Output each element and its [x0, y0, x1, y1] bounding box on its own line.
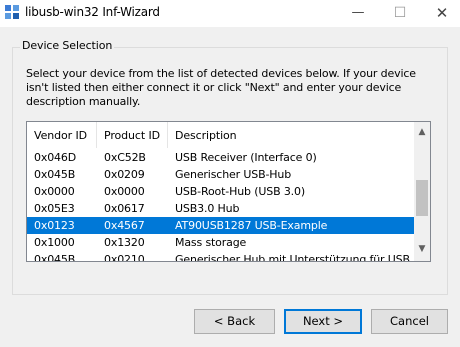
- product-id-cell: 0x1320: [104, 236, 145, 249]
- vendor-id-cell: 0x0000: [34, 185, 75, 198]
- scroll-down-icon[interactable]: ▼: [414, 241, 430, 257]
- vendor-id-cell: 0x046D: [34, 151, 77, 164]
- product-id-cell: 0x0617: [104, 202, 145, 215]
- minimize-icon[interactable]: —: [343, 0, 373, 27]
- column-divider[interactable]: [167, 122, 168, 148]
- column-divider[interactable]: [96, 122, 97, 148]
- column-header-vendor-id[interactable]: Vendor ID: [34, 129, 87, 142]
- description-cell: Generischer USB-Hub: [175, 168, 292, 181]
- product-id-cell: 0x0000: [104, 185, 145, 198]
- product-id-cell: 0x0209: [104, 168, 145, 181]
- title-bar[interactable]: libusb-win32 Inf-Wizard — ☐ ✕: [0, 0, 460, 27]
- column-header-product-id[interactable]: Product ID: [104, 129, 160, 142]
- device-list[interactable]: Vendor ID Product ID Description 0x046D …: [26, 121, 431, 262]
- list-item[interactable]: 0x05E3 0x0617 USB3.0 Hub: [27, 200, 414, 217]
- back-button[interactable]: < Back: [194, 309, 275, 334]
- close-icon[interactable]: ✕: [427, 0, 457, 27]
- scroll-up-icon[interactable]: ▲: [414, 124, 430, 140]
- product-id-cell: 0xC52B: [104, 151, 146, 164]
- usb-wizard-icon: [5, 5, 19, 19]
- vendor-id-cell: 0x045B: [34, 168, 76, 181]
- window-title: libusb-win32 Inf-Wizard: [25, 5, 160, 19]
- vertical-scrollbar[interactable]: ▲ ▼: [414, 122, 430, 261]
- description-cell: USB-Root-Hub (USB 3.0): [175, 185, 306, 198]
- list-item[interactable]: 0x045B 0x0210 Generischer Hub mit Unters…: [27, 251, 425, 262]
- vendor-id-cell: 0x045B: [34, 253, 76, 262]
- vendor-id-cell: 0x1000: [34, 236, 75, 249]
- description-cell: Generischer Hub mit Unterstützung für US…: [175, 253, 425, 262]
- list-item[interactable]: 0x045B 0x0209 Generischer USB-Hub: [27, 166, 414, 183]
- list-item[interactable]: 0x1000 0x1320 Mass storage: [27, 234, 414, 251]
- description-cell: USB3.0 Hub: [175, 202, 240, 215]
- next-button[interactable]: Next >: [284, 309, 362, 334]
- list-item[interactable]: 0x046D 0xC52B USB Receiver (Interface 0): [27, 149, 414, 166]
- product-id-cell: 0x0210: [104, 253, 145, 262]
- description-cell: Mass storage: [175, 236, 247, 249]
- description-cell: AT90USB1287 USB-Example: [175, 219, 328, 232]
- maximize-icon[interactable]: ☐: [385, 0, 415, 27]
- scroll-thumb[interactable]: [416, 180, 428, 216]
- description-cell: USB Receiver (Interface 0): [175, 151, 317, 164]
- vendor-id-cell: 0x0123: [34, 219, 75, 232]
- column-header-description[interactable]: Description: [175, 129, 237, 142]
- list-header: Vendor ID Product ID Description: [27, 122, 414, 148]
- cancel-button[interactable]: Cancel: [371, 309, 448, 334]
- instructions-text: Select your device from the list of dete…: [26, 67, 416, 108]
- vendor-id-cell: 0x05E3: [34, 202, 75, 215]
- product-id-cell: 0x4567: [104, 219, 145, 232]
- list-item-selected[interactable]: 0x0123 0x4567 AT90USB1287 USB-Example: [27, 217, 414, 234]
- list-item[interactable]: 0x0000 0x0000 USB-Root-Hub (USB 3.0): [27, 183, 414, 200]
- group-label: Device Selection: [20, 39, 115, 52]
